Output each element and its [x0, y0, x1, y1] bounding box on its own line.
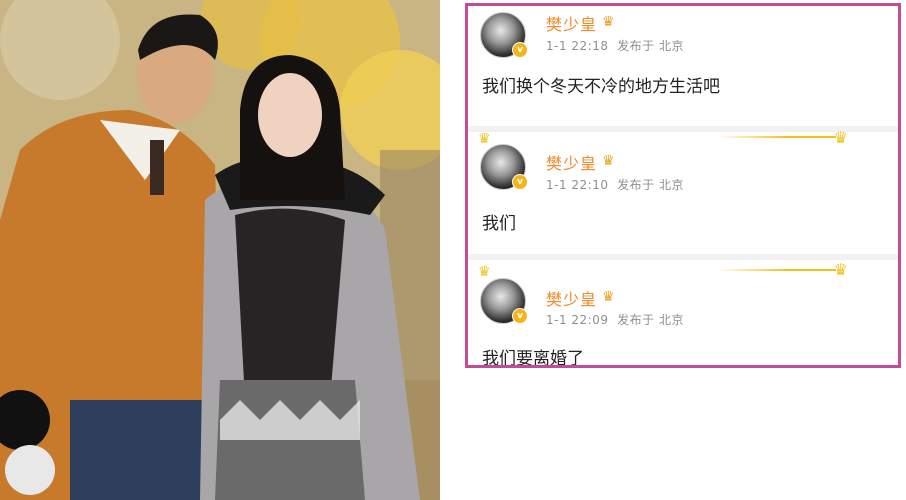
- post-source: 发布于 北京: [617, 313, 684, 327]
- verified-v-icon: v: [512, 42, 528, 58]
- weibo-post: v 樊少皇 ♛ 1-1 22:18 发布于 北京 我们换个冬天不冷的地方生活吧: [468, 6, 898, 126]
- post-time: 1-1 22:09: [546, 313, 609, 327]
- post-meta: 1-1 22:09 发布于 北京: [546, 311, 684, 328]
- crown-decoration-icon: ♛: [478, 264, 491, 280]
- weibo-posts-panel: v 樊少皇 ♛ 1-1 22:18 发布于 北京 我们换个冬天不冷的地方生活吧 …: [465, 3, 901, 368]
- post-meta: 1-1 22:18 发布于 北京: [546, 37, 684, 54]
- post-source: 发布于 北京: [617, 178, 684, 192]
- vip-crown-icon: ♛: [602, 289, 615, 305]
- post-text: 我们要离婚了: [482, 349, 584, 368]
- verified-v-icon: v: [512, 174, 528, 190]
- crown-decoration-icon: ♛: [478, 131, 491, 147]
- crown-decoration-line: [716, 269, 836, 271]
- post-username[interactable]: 樊少皇: [546, 286, 597, 310]
- crown-decoration-line: [716, 136, 836, 138]
- verified-v-icon: v: [512, 308, 528, 324]
- post-time: 1-1 22:10: [546, 178, 609, 192]
- crown-decoration-icon: ♛: [833, 260, 848, 279]
- post-time: 1-1 22:18: [546, 39, 609, 53]
- vip-crown-icon: ♛: [602, 153, 615, 169]
- post-text: 我们: [482, 214, 516, 234]
- post-username[interactable]: 樊少皇: [546, 150, 597, 174]
- crown-decoration-icon: ♛: [833, 128, 848, 147]
- post-meta: 1-1 22:10 发布于 北京: [546, 176, 684, 193]
- vip-crown-icon: ♛: [602, 14, 615, 30]
- weibo-post: ♛ ♛ v 樊少皇 ♛ 1-1 22:09 发布于 北京 我们要离婚了: [468, 260, 898, 368]
- post-text: 我们换个冬天不冷的地方生活吧: [482, 77, 720, 97]
- photo-illustration: [0, 0, 440, 500]
- post-username[interactable]: 樊少皇: [546, 11, 597, 35]
- couple-photo: [0, 0, 440, 500]
- weibo-post: ♛ ♛ v 樊少皇 ♛ 1-1 22:10 发布于 北京 我们: [468, 128, 898, 254]
- post-source: 发布于 北京: [617, 39, 684, 53]
